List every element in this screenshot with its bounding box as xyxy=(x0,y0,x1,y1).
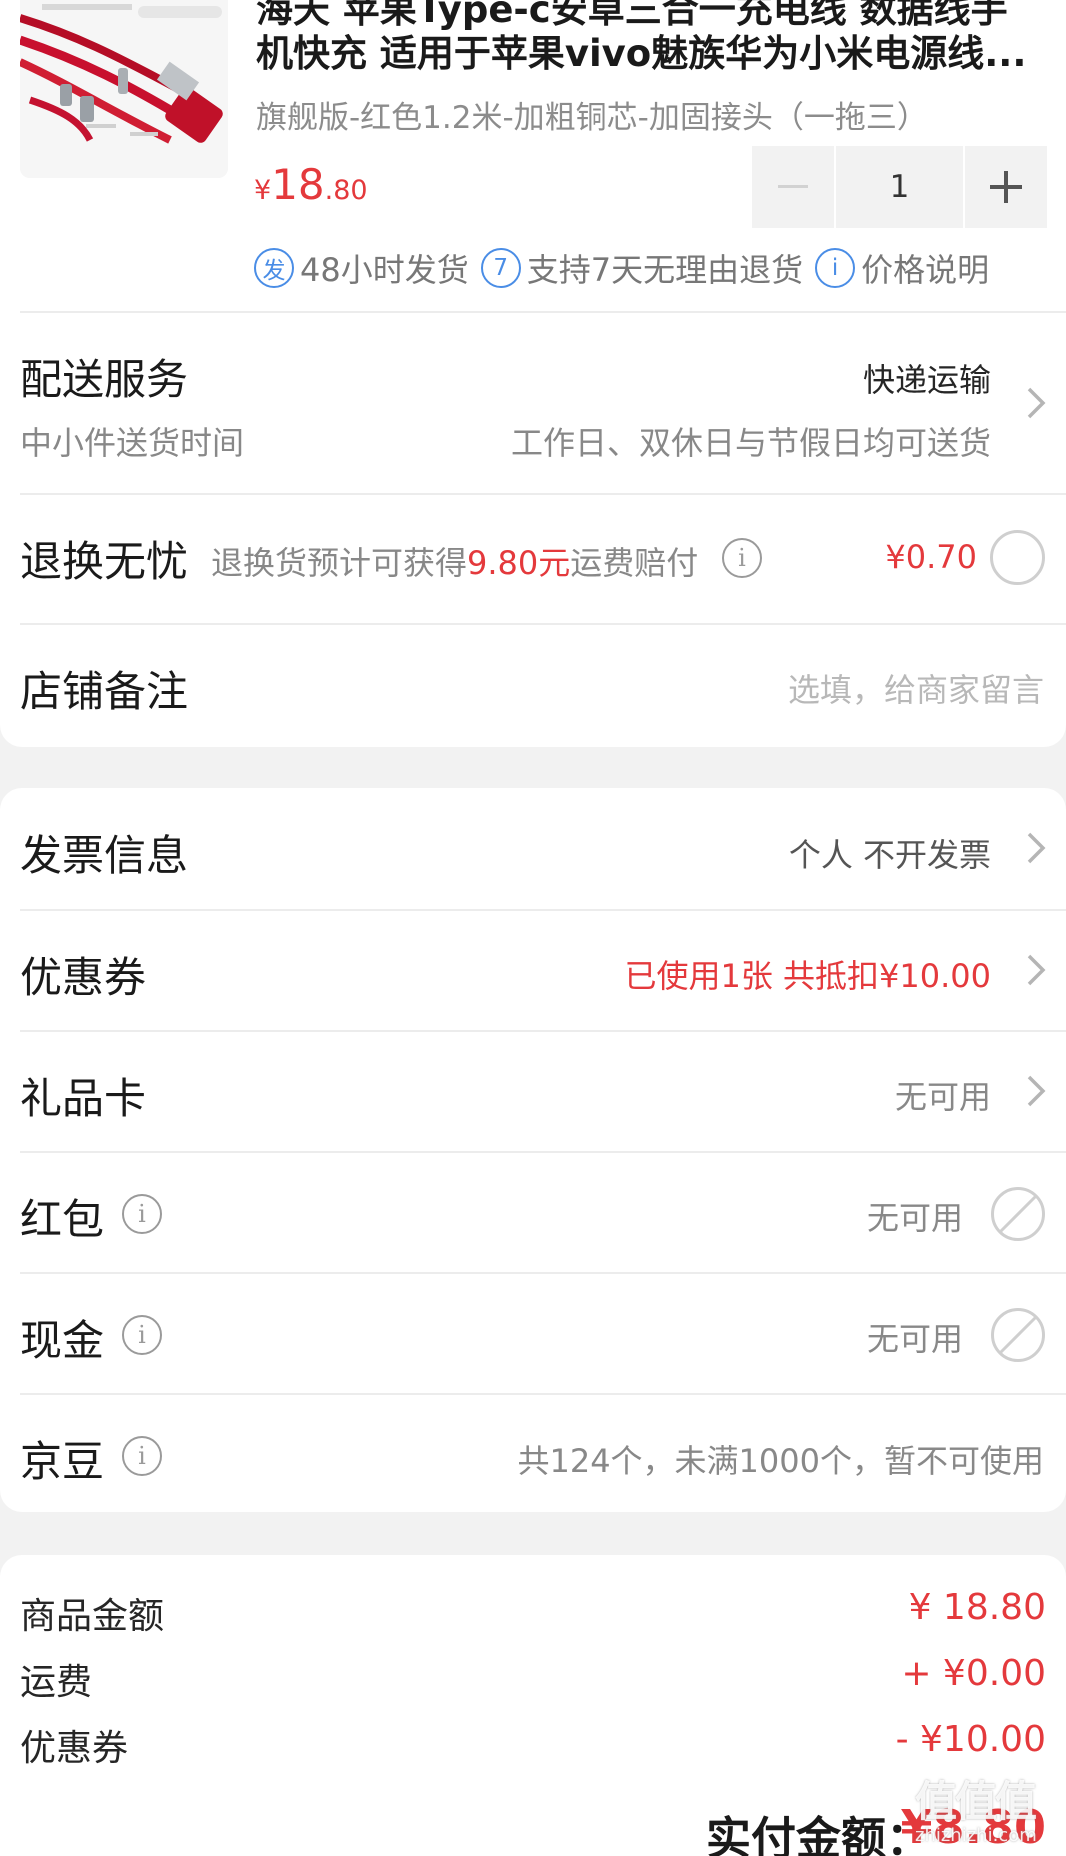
divider xyxy=(20,493,1066,495)
shipping-label: 运费 xyxy=(20,1662,93,1703)
chevron-right-icon xyxy=(1027,1075,1046,1107)
tag-label: 价格说明 xyxy=(861,251,990,289)
shop-note-title: 店铺备注 xyxy=(20,667,189,716)
product-card: 海天 苹果Type-c安卓三合一充电线 数据线手 机快充 适用于苹果vivo魅族… xyxy=(0,0,1066,747)
tag-shipping-48h[interactable]: 发 48小时发货 xyxy=(254,245,469,291)
info-icon[interactable]: i xyxy=(122,1194,162,1234)
product-title-line-2[interactable]: 机快充 适用于苹果vivo魅族华为小米电源线... xyxy=(256,26,1036,82)
order-confirm-page: 海天 苹果Type-c安卓三合一充电线 数据线手 机快充 适用于苹果vivo魅族… xyxy=(0,0,1066,1856)
red-packet-value: 无可用 xyxy=(866,1199,963,1237)
ship-badge-icon: 发 xyxy=(254,248,294,288)
service-tags: 发 48小时发货 7 支持7天无理由退货 i 价格说明 xyxy=(254,245,1001,291)
info-icon[interactable]: i xyxy=(122,1436,162,1476)
shipping-value: + ¥0.00 xyxy=(901,1653,1046,1694)
increase-button[interactable] xyxy=(965,146,1047,228)
watermark-url: zhizhizhi.com xyxy=(915,1825,1037,1846)
cable-image-icon xyxy=(20,0,228,178)
product-price: ¥18.80 xyxy=(254,160,368,209)
delivery-title: 配送服务 xyxy=(20,355,189,404)
tag-price-explanation[interactable]: i 价格说明 xyxy=(815,245,989,291)
chevron-right-icon xyxy=(1027,954,1046,986)
goods-amount-value: ¥ 18.80 xyxy=(908,1587,1046,1628)
divider xyxy=(20,1393,1066,1395)
watermark-logo: 值值值 xyxy=(915,1777,1037,1826)
quantity-value[interactable]: 1 xyxy=(836,146,963,228)
info-icon: i xyxy=(815,248,856,288)
plus-icon xyxy=(990,171,1022,203)
minus-icon xyxy=(778,185,808,188)
return-service-radio[interactable] xyxy=(990,530,1045,585)
disabled-icon xyxy=(991,1187,1045,1241)
divider xyxy=(20,311,1066,313)
cash-title: 现金 xyxy=(20,1316,105,1365)
seven-day-badge-icon: 7 xyxy=(480,248,521,288)
cash-value: 无可用 xyxy=(866,1320,963,1358)
product-thumbnail[interactable] xyxy=(20,0,228,178)
invoice-value: 个人 不开发票 xyxy=(788,836,991,874)
quantity-stepper: 1 xyxy=(752,146,1047,228)
chevron-right-icon xyxy=(1027,832,1046,864)
divider xyxy=(20,909,1066,911)
divider xyxy=(20,623,1066,625)
jingdou-title: 京豆 xyxy=(20,1437,105,1486)
disabled-icon xyxy=(991,1308,1045,1362)
delivery-method: 快递运输 xyxy=(862,361,991,399)
divider xyxy=(20,1272,1066,1274)
pay-amount-label: 实付金额： xyxy=(706,1812,932,1856)
tag-label: 48小时发货 xyxy=(300,251,469,289)
decrease-button[interactable] xyxy=(752,146,834,228)
delivery-subtitle: 中小件送货时间 xyxy=(20,424,245,462)
return-desc-prefix: 退换货预计可获得 xyxy=(211,544,468,582)
chevron-right-icon xyxy=(1027,387,1046,419)
coupon-summary-value: - ¥10.00 xyxy=(895,1719,1046,1760)
gift-card-value: 无可用 xyxy=(894,1078,991,1116)
return-desc-suffix: 运费赔付 xyxy=(570,544,699,582)
goods-amount-label: 商品金额 xyxy=(20,1596,165,1637)
info-icon[interactable]: i xyxy=(722,538,762,578)
coupon-title: 优惠券 xyxy=(20,953,147,1002)
price-decimal: .80 xyxy=(324,175,368,206)
return-price: ¥0.70 xyxy=(885,538,977,576)
tag-label: 支持7天无理由退货 xyxy=(526,251,804,289)
gift-card-title: 礼品卡 xyxy=(20,1074,147,1123)
coupon-summary-label: 优惠券 xyxy=(20,1728,129,1769)
return-description: 退换货预计可获得9.80元运费赔付 xyxy=(211,538,698,584)
return-desc-amount: 9.80元 xyxy=(467,544,571,582)
price-currency: ¥ xyxy=(254,175,272,206)
return-title: 退换无忧 xyxy=(20,537,189,586)
red-packet-title: 红包 xyxy=(20,1195,105,1244)
site-watermark: 值值值 zhizhizhi.com xyxy=(915,1768,1055,1856)
tag-seven-day-return[interactable]: 7 支持7天无理由退货 xyxy=(480,245,804,291)
payment-options-card xyxy=(0,788,1066,1512)
divider xyxy=(20,1030,1066,1032)
divider xyxy=(20,1151,1066,1153)
delivery-detail: 工作日、双休日与节假日均可送货 xyxy=(510,424,991,462)
info-icon[interactable]: i xyxy=(122,1315,162,1355)
price-integer: 18 xyxy=(271,160,325,209)
coupon-value: 已使用1张 共抵扣¥10.00 xyxy=(624,957,991,995)
product-spec: 旗舰版-红色1.2米-加粗铜芯-加固接头（一拖三） xyxy=(256,100,928,136)
invoice-title: 发票信息 xyxy=(20,831,189,880)
shop-note-input[interactable]: 选填，给商家留言 xyxy=(788,665,1044,711)
jingdou-value: 共124个，未满1000个，暂不可使用 xyxy=(517,1442,1044,1480)
